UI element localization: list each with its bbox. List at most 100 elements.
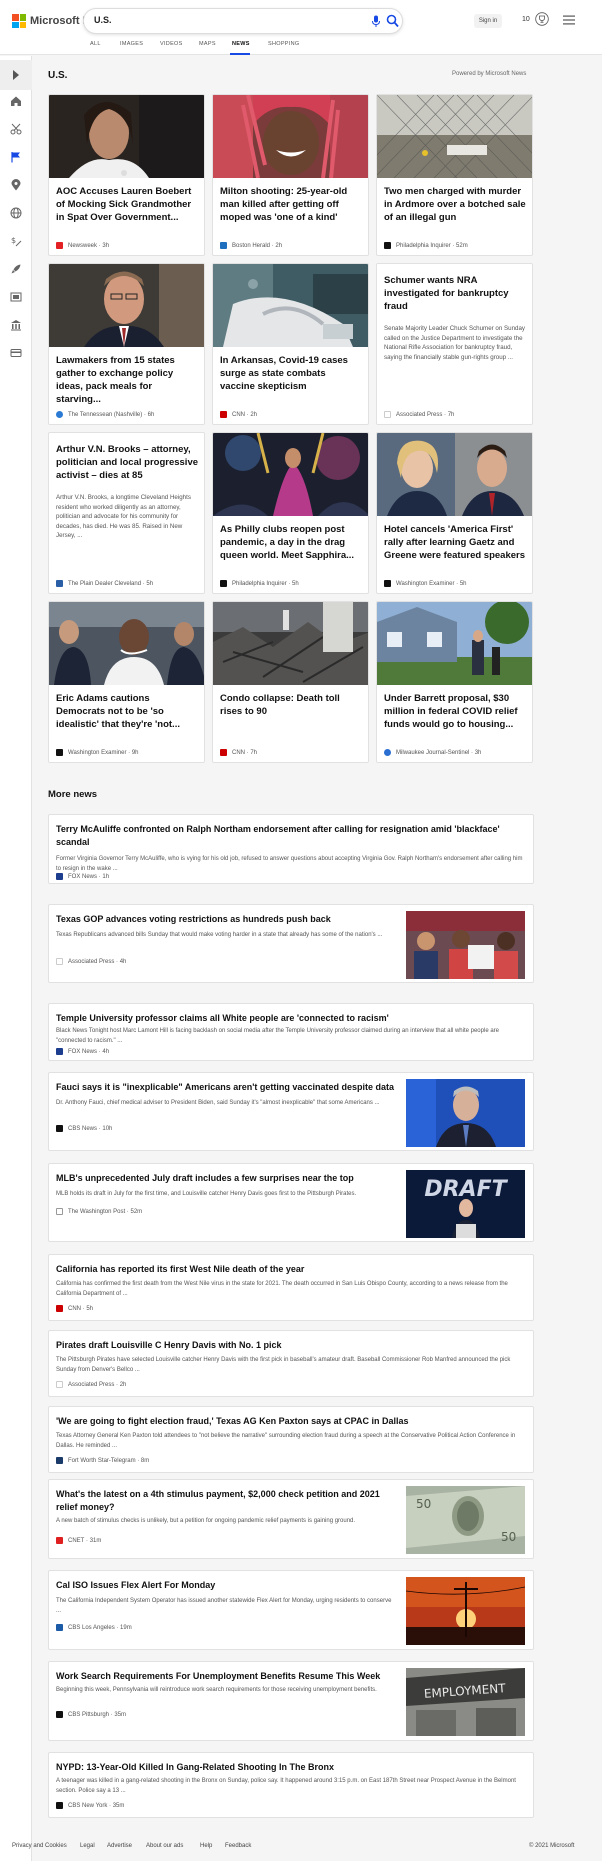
source-time: 35m (112, 1802, 125, 1809)
card-title[interactable]: Lawmakers from 15 states gather to excha… (56, 354, 199, 406)
fox-news-logo-icon (56, 873, 63, 880)
news-card[interactable]: Schumer wants NRA investigated for bankr… (376, 263, 533, 425)
list-item-title[interactable]: NYPD: 13-Year-Old Killed In Gang-Related… (56, 1761, 526, 1774)
news-list-item[interactable]: MLB's unprecedented July draft includes … (48, 1163, 534, 1242)
list-item-snippet: MLB holds its draft in July for the firs… (56, 1191, 357, 1197)
card-title[interactable]: Arthur V.N. Brooks – attorney, politicia… (56, 443, 199, 482)
list-item-title[interactable]: Fauci says it is "inexplicable" American… (56, 1081, 396, 1094)
card-title[interactable]: Hotel cancels 'America First' rally afte… (384, 523, 527, 562)
news-card[interactable]: Two men charged with murder in Ardmore o… (376, 94, 533, 256)
news-list-item[interactable]: Terry McAuliffe confronted on Ralph Nort… (48, 814, 534, 884)
footer-link-help[interactable]: Help (200, 1843, 212, 1849)
list-item-title[interactable]: Pirates draft Louisville C Henry Davis w… (56, 1339, 526, 1352)
news-card[interactable]: Arthur V.N. Brooks – attorney, politicia… (48, 432, 205, 594)
footer-link-advertise[interactable]: Advertise (107, 1843, 132, 1849)
milwaukee-journal-sentinel-logo-icon (384, 749, 391, 756)
card-source-name: Boston Herald (232, 242, 271, 249)
card-title[interactable]: Under Barrett proposal, $30 million in f… (384, 692, 527, 731)
list-item-source: Fort Worth Star-Telegram · 8m (56, 1457, 149, 1464)
card-title[interactable]: Milton shooting: 25-year-old man killed … (220, 185, 363, 224)
news-card[interactable]: Milton shooting: 25-year-old man killed … (212, 94, 369, 256)
location-pin-icon[interactable] (10, 179, 22, 191)
card-source: Washington Examiner · 9h (56, 749, 139, 756)
footer-link-feedback[interactable]: Feedback (225, 1843, 251, 1849)
footer-link-legal[interactable]: Legal (80, 1843, 95, 1849)
card-source: Newsweek · 3h (56, 242, 109, 249)
search-icon[interactable] (386, 14, 399, 28)
tab-news[interactable]: NEWS (232, 41, 250, 47)
card-source-name: The Tennessean (Nashville) (68, 411, 143, 418)
list-item-title[interactable]: Cal ISO Issues Flex Alert For Monday (56, 1579, 396, 1592)
card-title[interactable]: Two men charged with murder in Ardmore o… (384, 185, 527, 224)
list-item-title[interactable]: California has reported its first West N… (56, 1263, 526, 1276)
footer-link-about-ads[interactable]: About our ads (146, 1843, 183, 1849)
powered-by-label: Powered by Microsoft News (452, 71, 527, 77)
list-item-title[interactable]: 'We are going to fight election fraud,' … (56, 1415, 526, 1428)
cbs-new-york-logo-icon (56, 1802, 63, 1809)
news-list-item[interactable]: Texas GOP advances voting restrictions a… (48, 904, 534, 983)
news-list-item[interactable]: NYPD: 13-Year-Old Killed In Gang-Related… (48, 1752, 534, 1818)
home-icon[interactable] (10, 95, 22, 107)
list-item-title[interactable]: Work Search Requirements For Unemploymen… (56, 1670, 396, 1683)
list-item-title[interactable]: MLB's unprecedented July draft includes … (56, 1172, 396, 1185)
card-title[interactable]: Eric Adams cautions Democrats not to be … (56, 692, 199, 731)
news-card[interactable]: Hotel cancels 'America First' rally afte… (376, 432, 533, 594)
list-item-source: CBS News · 10h (56, 1125, 112, 1132)
list-item-title[interactable]: Terry McAuliffe confronted on Ralph Nort… (56, 823, 526, 849)
news-list-item[interactable]: Cal ISO Issues Flex Alert For Monday The… (48, 1570, 534, 1650)
news-list-item[interactable]: Work Search Requirements For Unemploymen… (48, 1661, 534, 1741)
news-card[interactable]: As Philly clubs reopen post pandemic, a … (212, 432, 369, 594)
list-item-title[interactable]: Texas GOP advances voting restrictions a… (56, 913, 396, 926)
film-icon[interactable] (10, 291, 22, 303)
source-name: CBS News (68, 1125, 98, 1132)
news-list-item[interactable]: California has reported its first West N… (48, 1254, 534, 1321)
card-image (213, 602, 368, 685)
globe-icon[interactable] (10, 207, 22, 219)
credit-card-icon[interactable] (10, 347, 22, 359)
list-item-source: FOX News · 4h (56, 1048, 109, 1055)
news-card[interactable]: AOC Accuses Lauren Boebert of Mocking Si… (48, 94, 205, 256)
news-list-item[interactable]: Pirates draft Louisville C Henry Davis w… (48, 1330, 534, 1397)
sign-in-button[interactable]: Sign in (474, 14, 502, 28)
sidebar-expand-button[interactable] (0, 60, 32, 90)
news-card[interactable]: In Arkansas, Covid-19 cases surge as sta… (212, 263, 369, 425)
news-list-item[interactable]: What's the latest on a 4th stimulus paym… (48, 1479, 534, 1559)
card-title[interactable]: Condo collapse: Death toll rises to 90 (220, 692, 363, 718)
tab-shopping[interactable]: SHOPPING (268, 41, 299, 47)
tab-videos[interactable]: VIDEOS (160, 41, 183, 47)
card-title[interactable]: In Arkansas, Covid-19 cases surge as sta… (220, 354, 363, 393)
dollar-chart-icon[interactable]: $ (10, 235, 22, 247)
news-card[interactable]: Under Barrett proposal, $30 million in f… (376, 601, 533, 763)
search-input[interactable]: U.S. (94, 15, 112, 25)
tab-images[interactable]: IMAGES (120, 41, 143, 47)
news-list-item[interactable]: Fauci says it is "inexplicable" American… (48, 1072, 534, 1151)
news-card[interactable]: Eric Adams cautions Democrats not to be … (48, 601, 205, 763)
search-box[interactable]: U.S. (83, 8, 403, 34)
hamburger-menu-icon[interactable] (563, 15, 575, 25)
news-list-item[interactable]: 'We are going to fight election fraud,' … (48, 1406, 534, 1473)
tab-maps[interactable]: MAPS (199, 41, 216, 47)
footer-link-privacy[interactable]: Privacy and Cookies (12, 1843, 67, 1849)
building-icon[interactable] (10, 319, 22, 331)
news-list-item[interactable]: Temple University professor claims all W… (48, 1003, 534, 1061)
list-item-title[interactable]: Temple University professor claims all W… (56, 1012, 526, 1025)
news-card[interactable]: Condo collapse: Death toll rises to 90 C… (212, 601, 369, 763)
microphone-icon[interactable] (371, 15, 381, 28)
flag-icon[interactable] (10, 151, 22, 163)
list-item-source: CNET · 31m (56, 1537, 101, 1544)
footer: Privacy and Cookies Legal Advertise Abou… (0, 1838, 602, 1861)
rewards-points[interactable]: 10 (522, 16, 530, 23)
news-card[interactable]: Lawmakers from 15 states gather to excha… (48, 263, 205, 425)
card-title[interactable]: Schumer wants NRA investigated for bankr… (384, 274, 527, 313)
svg-text:50: 50 (416, 1497, 431, 1511)
tab-all[interactable]: ALL (90, 41, 101, 47)
plain-dealer-logo-icon (56, 580, 63, 587)
card-image (377, 602, 532, 685)
rewards-trophy-icon[interactable] (535, 12, 549, 26)
card-title[interactable]: AOC Accuses Lauren Boebert of Mocking Si… (56, 185, 199, 224)
rocket-icon[interactable] (10, 263, 22, 275)
list-item-title[interactable]: What's the latest on a 4th stimulus paym… (56, 1488, 396, 1514)
cbs-news-logo-icon (56, 1125, 63, 1132)
card-title[interactable]: As Philly clubs reopen post pandemic, a … (220, 523, 363, 562)
scissors-icon[interactable] (10, 123, 22, 135)
